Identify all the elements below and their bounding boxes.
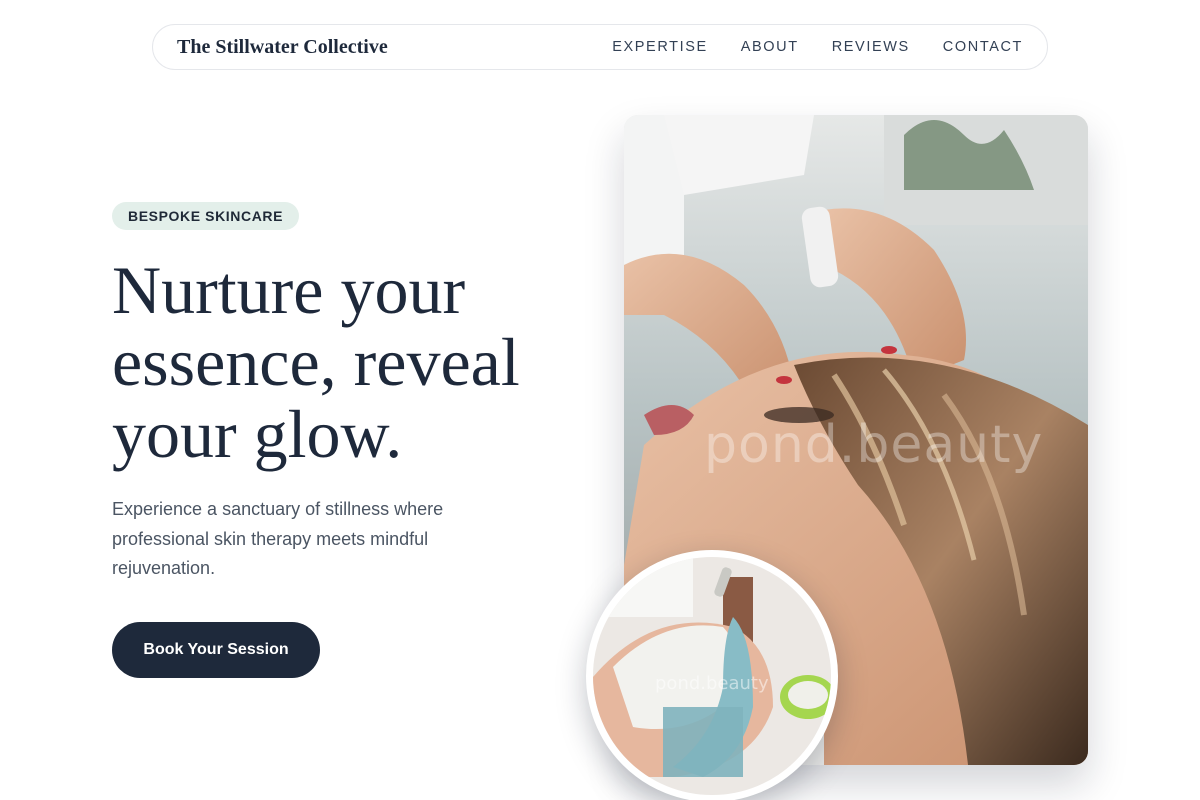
- book-session-button[interactable]: Book Your Session: [112, 622, 320, 678]
- nav-link-expertise[interactable]: EXPERTISE: [612, 39, 708, 55]
- image-watermark: pond.beauty: [704, 415, 1044, 475]
- nav-link-contact[interactable]: CONTACT: [943, 39, 1023, 55]
- nav-menu: EXPERTISE ABOUT REVIEWS CONTACT: [612, 39, 1023, 55]
- face-mask-photo: pond.beauty: [586, 550, 838, 800]
- top-navigation: The Stillwater Collective EXPERTISE ABOU…: [152, 24, 1048, 70]
- hero-subtext: Experience a sanctuary of stillness wher…: [112, 499, 444, 578]
- hero-headline: Nurture your essence, reveal your glow.: [112, 252, 520, 472]
- category-badge: BESPOKE SKINCARE: [112, 202, 300, 230]
- nav-link-about[interactable]: ABOUT: [741, 39, 799, 55]
- nav-link-reviews[interactable]: REVIEWS: [832, 39, 910, 55]
- circle-image-watermark: pond.beauty: [655, 673, 769, 694]
- brand-logo[interactable]: The Stillwater Collective: [177, 36, 388, 59]
